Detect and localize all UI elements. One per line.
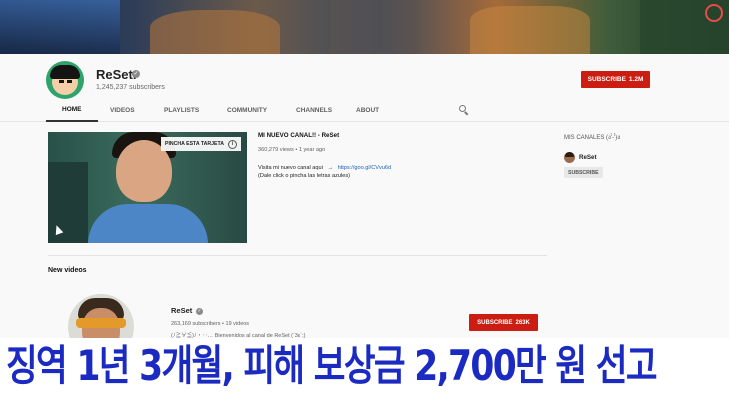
sidebar-channel-avatar <box>564 151 575 163</box>
news-caption-overlay: 징역 1년 3개월, 피해 보상금 2,700만 원 선고 <box>0 338 729 402</box>
subscribe-label: SUBSCRIBE <box>587 76 626 83</box>
news-caption-text: 징역 1년 3개월, 피해 보상금 2,700만 원 선고 <box>6 341 658 390</box>
featured-video-description: Visita mi nuevo canal aqui → https://goo… <box>258 164 391 180</box>
sidebar-channels-title: MIS CANALES (ง'̀-'́)ง <box>564 135 621 141</box>
tab-home[interactable]: HOME <box>46 98 98 122</box>
tab-playlists[interactable]: PLAYLISTS <box>151 98 215 122</box>
sidebar-channel-item[interactable]: ReSet <box>564 151 597 163</box>
channel-card-subscribe-count: 263K <box>515 319 530 326</box>
verified-check-icon: ✓ <box>132 70 140 78</box>
tab-videos[interactable]: VIDEOS <box>98 98 151 122</box>
verified-check-icon: ✓ <box>196 308 203 315</box>
section-divider <box>48 255 547 256</box>
subscribe-button[interactable]: SUBSCRIBE 1.2M <box>581 71 650 88</box>
tab-about[interactable]: ABOUT <box>347 98 397 122</box>
new-videos-heading[interactable]: New videos <box>48 267 87 274</box>
sidebar-channel-name: ReSet <box>579 153 597 161</box>
info-icon[interactable]: i <box>227 139 237 149</box>
tab-community[interactable]: COMMUNITY <box>215 98 285 122</box>
card-teaser-label: PINCHA ESTA TARJETA <box>165 141 224 147</box>
sidebar-subscribe-button[interactable]: SUBSCRIBE <box>564 167 603 178</box>
subscriber-count: 1,245,237 subscribers <box>96 84 165 91</box>
desc-line-1: Visita mi nuevo canal aqui <box>258 165 323 171</box>
channel-card-meta: 263,169 subscribers • 19 videos <box>171 321 250 327</box>
channel-tabs: HOME VIDEOS PLAYLISTS COMMUNITY CHANNELS… <box>46 98 469 122</box>
featured-video-player[interactable]: PINCHA ESTA TARJETA i <box>48 132 247 243</box>
channel-card-subscribe-button[interactable]: SUBSCRIBE 263K <box>469 314 538 331</box>
channel-name: ReSet. <box>96 67 137 82</box>
desc-line-2: (Dale click o pincha las letras azules) <box>258 173 351 179</box>
channel-banner <box>0 0 729 54</box>
search-icon[interactable] <box>459 105 469 116</box>
tab-channels[interactable]: CHANNELS <box>285 98 347 122</box>
arrow-right-icon: → <box>327 165 334 171</box>
subscribe-count: 1.2M <box>628 76 644 83</box>
channel-card-name[interactable]: ReSet <box>171 306 192 315</box>
featured-video-meta: 360,279 views • 1 year ago <box>258 147 326 153</box>
featured-video-title[interactable]: MI NUEVO CANAL!! - ReSet <box>258 132 339 139</box>
channel-header: ReSet. ✓ 1,245,237 subscribers SUBSCRIBE… <box>0 54 729 122</box>
info-card-teaser[interactable]: PINCHA ESTA TARJETA i <box>161 137 241 151</box>
channel-card-subscribe-label: SUBSCRIBE <box>477 319 513 326</box>
youtube-channel-page: ReSet. ✓ 1,245,237 subscribers SUBSCRIBE… <box>0 0 729 402</box>
description-link[interactable]: https://goo.gl/CVvu6d <box>338 165 392 171</box>
channel-avatar[interactable] <box>46 61 84 99</box>
